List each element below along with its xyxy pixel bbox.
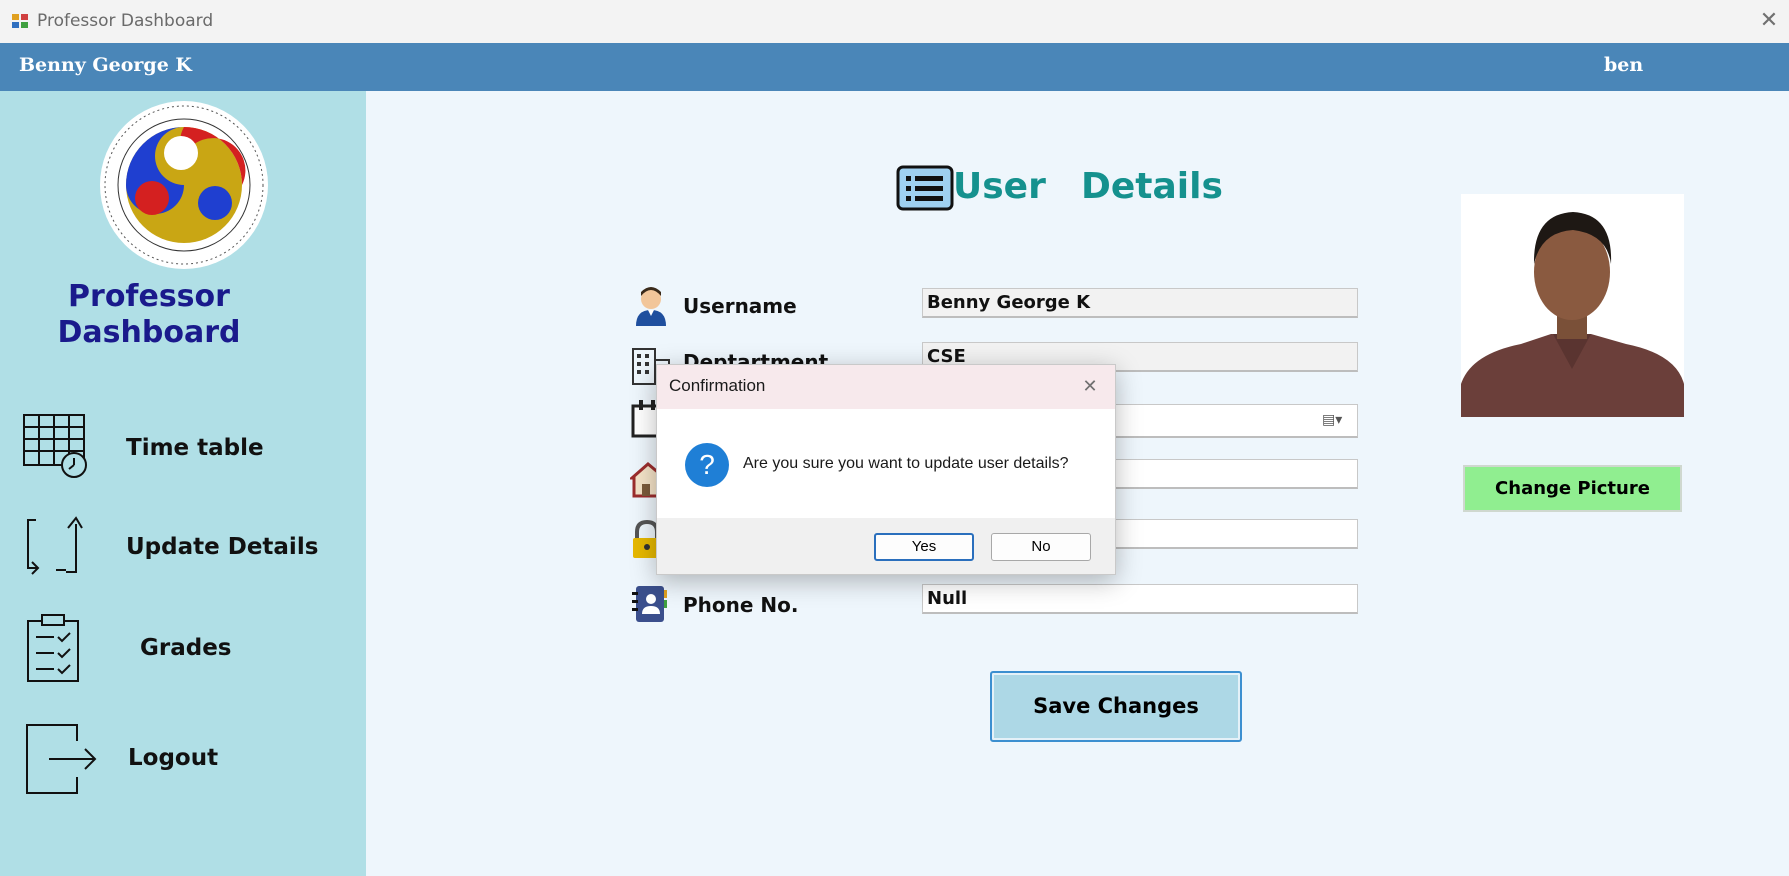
contact-book-icon [632,586,667,622]
iit-guwahati-logo [100,101,268,269]
user-details-list-icon [896,165,954,211]
brand-title-line2: Dashboard [57,315,241,350]
no-button[interactable]: No [991,533,1091,561]
confirmation-dialog: Confirmation ✕ ? Are you sure you want t… [656,364,1116,575]
update-arrows-icon [27,516,83,575]
sidebar-item-update-details[interactable]: Update Details [0,512,366,592]
profile-photo [1461,194,1684,417]
dialog-title-bar: Confirmation ✕ [657,365,1115,409]
save-changes-button[interactable]: Save Changes [990,671,1242,742]
dialog-close-icon[interactable]: ✕ [1075,373,1105,401]
window-title: Professor Dashboard [37,11,214,31]
sidebar-item-timetable[interactable]: Time table [0,413,366,493]
phone-field[interactable]: Null [922,584,1358,614]
sidebar-item-label: Time table [126,435,264,461]
sidebar: Professor Dashboard Time table Update De… [0,91,366,876]
sidebar-item-label: Grades [140,635,232,661]
yes-button[interactable]: Yes [874,533,974,561]
timetable-clock-icon [23,414,87,478]
username-label: Username [683,294,797,318]
header-user-fullname: Benny George K [19,54,192,76]
username-field[interactable]: Benny George K [922,288,1358,318]
app-icon [12,14,28,28]
sidebar-item-logout[interactable]: Logout [0,723,366,803]
brand-title-line1: Professor [68,279,230,314]
clipboard-checklist-icon [27,614,79,682]
window-close-icon[interactable]: ✕ [1754,7,1784,35]
sidebar-item-label: Update Details [126,534,319,560]
window-title-bar: Professor Dashboard ✕ [0,0,1789,43]
user-icon [636,287,666,326]
header-username: ben [1604,54,1644,76]
phone-label: Phone No. [683,593,799,617]
top-header: Benny George K ben [0,43,1789,91]
dialog-message: Are you sure you want to update user det… [743,455,1069,472]
dialog-title: Confirmation [669,376,766,395]
page-title-details: Details [1081,166,1223,207]
page-title-user: User [953,166,1046,207]
profile-photo-image [1461,194,1684,417]
question-icon: ? [685,443,729,487]
sidebar-item-label: Logout [128,745,219,771]
change-picture-button[interactable]: Change Picture [1463,465,1682,512]
sidebar-item-grades[interactable]: Grades [0,613,366,693]
logout-arrow-icon [26,724,97,794]
calendar-dropdown-icon[interactable]: ▤▾ [1322,412,1342,428]
